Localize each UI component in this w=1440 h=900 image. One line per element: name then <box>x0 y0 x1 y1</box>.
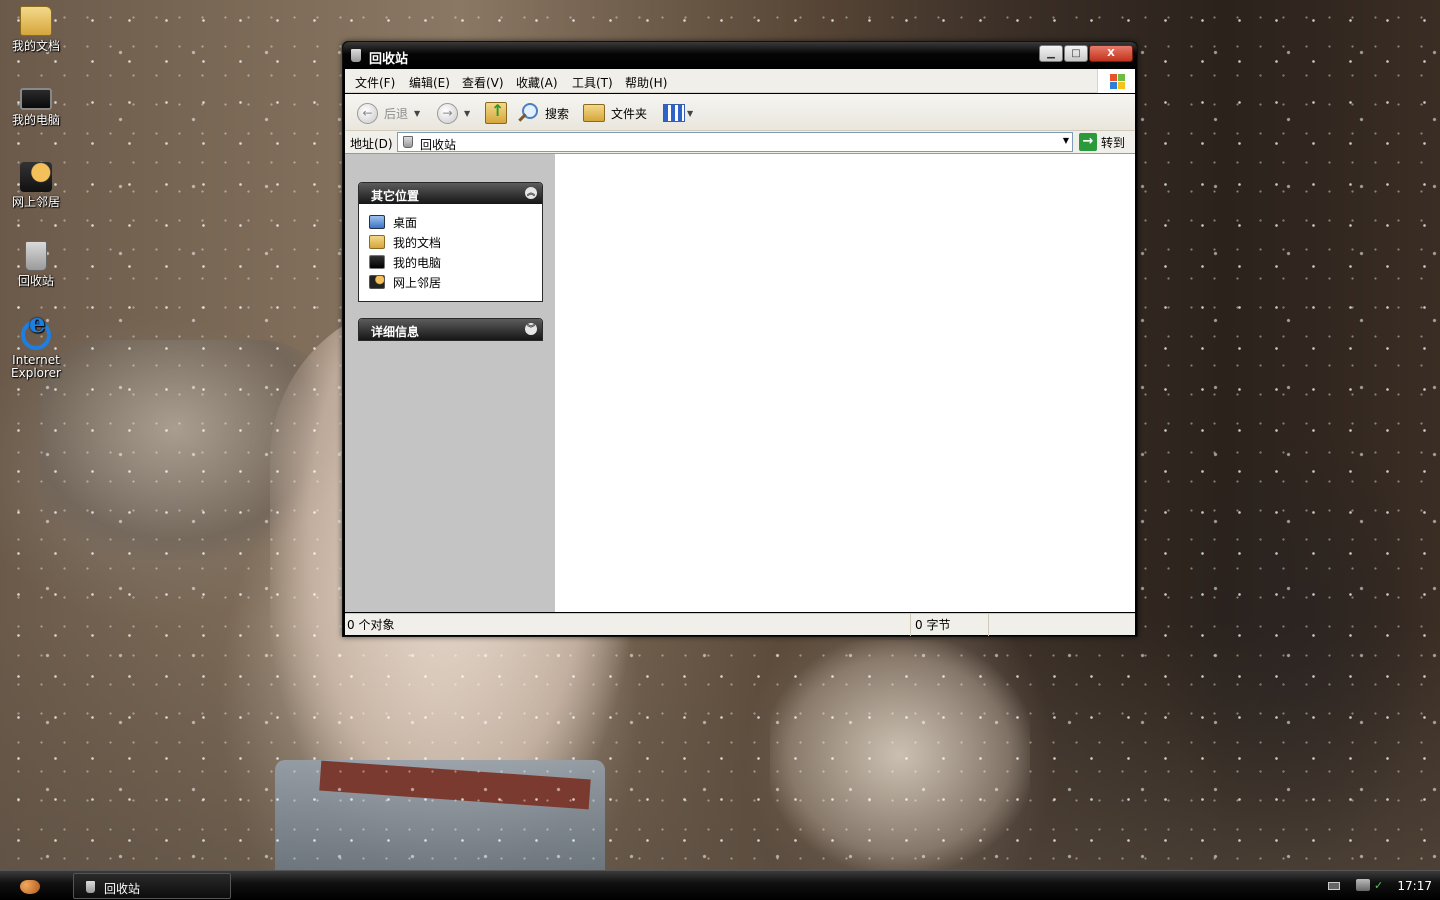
menu-file[interactable]: 文件(F) <box>355 74 395 91</box>
menu-bar: 文件(F) 编辑(E) 查看(V) 收藏(A) 工具(T) 帮助(H) <box>345 69 1135 93</box>
desktop-icon-label: 我的文档 <box>11 39 60 53</box>
place-link-desktop[interactable]: 桌面 <box>369 212 542 232</box>
up-folder-button[interactable] <box>485 101 507 124</box>
place-link-label: 我的电脑 <box>393 255 442 270</box>
my-documents-icon <box>369 235 385 249</box>
back-label: 后退 <box>384 106 409 121</box>
internet-explorer-icon <box>21 318 51 350</box>
folders-label: 文件夹 <box>611 106 648 121</box>
content-area: 其它位置 ︽ 桌面 我的文档 我的电脑 网上邻居 详细信息 ︾ <box>345 153 1135 612</box>
taskbar-button-label: 回收站 <box>104 882 141 896</box>
details-header[interactable]: 详细信息 ︾ <box>359 319 542 340</box>
desktop-icon-label: 我的电脑 <box>11 113 60 127</box>
keyboard-icon[interactable] <box>1328 882 1340 890</box>
desktop-icon-my-computer[interactable]: 我的电脑 <box>0 84 72 127</box>
folders-button[interactable]: 文件夹 <box>583 102 647 124</box>
menu-tools[interactable]: 工具(T) <box>572 74 613 91</box>
go-button[interactable]: → 转到 <box>1079 131 1125 153</box>
recycle-bin-icon <box>351 49 361 62</box>
status-empty-cell <box>991 614 1135 636</box>
place-link-my-documents[interactable]: 我的文档 <box>369 232 542 252</box>
folders-icon <box>583 104 605 122</box>
recycle-bin-icon <box>25 241 47 271</box>
desktop-icon-label: Internet Explorer <box>11 353 61 380</box>
recycle-bin-icon <box>86 881 95 893</box>
address-label: 地址(D) <box>350 137 393 151</box>
back-arrow-icon: ← <box>357 102 378 124</box>
address-input[interactable]: 回收站 ▼ <box>397 132 1073 152</box>
views-icon <box>663 104 685 122</box>
other-places-title: 其它位置 <box>371 189 420 203</box>
place-link-label: 我的文档 <box>393 235 442 250</box>
maximize-button[interactable]: □ <box>1064 45 1088 62</box>
desktop-icon-recycle-bin[interactable]: 回收站 <box>0 241 72 288</box>
address-value: 回收站 <box>420 138 457 152</box>
status-object-count: 0 个对象 <box>345 614 911 636</box>
back-button[interactable]: ← 后退 ▼ <box>357 102 420 124</box>
search-icon <box>517 102 539 124</box>
place-link-label: 桌面 <box>393 215 418 230</box>
go-label: 转到 <box>1101 135 1126 150</box>
status-bar: 0 个对象 0 字节 <box>345 613 1135 636</box>
search-button[interactable]: 搜索 <box>517 102 569 124</box>
windows-logo-icon <box>1097 69 1135 93</box>
desktop-icon-network-places[interactable]: 网上邻居 <box>0 162 72 209</box>
my-documents-icon <box>20 6 52 36</box>
place-link-my-computer[interactable]: 我的电脑 <box>369 252 542 272</box>
expand-chevron-icon[interactable]: ︾ <box>525 323 537 335</box>
clock[interactable]: 17:17 <box>1397 879 1432 893</box>
volume-icon[interactable]: ✓ <box>1374 879 1386 892</box>
forward-arrow-icon: → <box>437 102 458 124</box>
window-title: 回收站 <box>369 52 409 67</box>
up-folder-icon <box>485 101 507 124</box>
task-pane: 其它位置 ︽ 桌面 我的文档 我的电脑 网上邻居 详细信息 ︾ <box>345 154 555 612</box>
network-places-icon <box>369 275 385 289</box>
desktop-icon-internet-explorer[interactable]: Internet Explorer <box>0 318 72 380</box>
minimize-button[interactable]: ▁ <box>1039 45 1063 62</box>
menu-edit[interactable]: 编辑(E) <box>409 74 450 91</box>
start-heart-icon <box>20 880 40 894</box>
address-dropdown-icon[interactable]: ▼ <box>1063 136 1069 145</box>
place-link-label: 网上邻居 <box>393 275 442 290</box>
views-dropdown-icon[interactable]: ▼ <box>687 109 693 118</box>
address-bar: 地址(D) 回收站 ▼ → 转到 <box>345 131 1135 153</box>
other-places-header[interactable]: 其它位置 ︽ <box>359 183 542 204</box>
recycle-bin-window: 回收站 ▁ □ X 文件(F) 编辑(E) 查看(V) 收藏(A) 工具(T) … <box>342 41 1138 637</box>
details-title: 详细信息 <box>371 325 420 339</box>
views-button[interactable]: ▼ <box>663 102 693 124</box>
place-link-network-places[interactable]: 网上邻居 <box>369 272 542 292</box>
collapse-chevron-icon[interactable]: ︽ <box>525 187 537 199</box>
desktop-icon-label: 网上邻居 <box>11 195 60 209</box>
back-dropdown-icon[interactable]: ▼ <box>414 109 420 118</box>
my-computer-icon <box>369 255 385 269</box>
toolbar: ← 后退 ▼ → ▼ 搜索 文件夹 ▼ <box>345 94 1135 131</box>
title-bar[interactable]: 回收站 ▁ □ X <box>343 42 1137 69</box>
recycle-bin-icon <box>403 136 413 148</box>
menu-favorites[interactable]: 收藏(A) <box>516 74 558 91</box>
menu-view[interactable]: 查看(V) <box>462 74 504 91</box>
menu-help[interactable]: 帮助(H) <box>625 74 667 91</box>
network-places-icon <box>20 162 52 192</box>
network-icon[interactable] <box>1356 879 1370 891</box>
go-arrow-icon: → <box>1079 133 1097 151</box>
status-size: 0 字节 <box>913 614 989 636</box>
desktop-icon-my-documents[interactable]: 我的文档 <box>0 6 72 53</box>
forward-button[interactable]: → ▼ <box>437 102 470 124</box>
details-panel: 详细信息 ︾ <box>358 318 543 341</box>
file-list-area[interactable] <box>555 154 1135 612</box>
close-button[interactable]: X <box>1089 45 1133 62</box>
my-computer-icon <box>20 88 52 110</box>
taskbar: 回收站 ✓ 17:17 <box>0 870 1440 900</box>
system-tray: ✓ 17:17 <box>1320 871 1440 900</box>
other-places-panel: 其它位置 ︽ 桌面 我的文档 我的电脑 网上邻居 <box>358 182 543 302</box>
start-button[interactable] <box>14 875 48 897</box>
taskbar-button-recycle-bin[interactable]: 回收站 <box>73 873 231 899</box>
desktop-icon-label: 回收站 <box>17 274 54 288</box>
desktop-icon <box>369 215 385 229</box>
forward-dropdown-icon[interactable]: ▼ <box>464 109 470 118</box>
search-label: 搜索 <box>545 106 570 121</box>
